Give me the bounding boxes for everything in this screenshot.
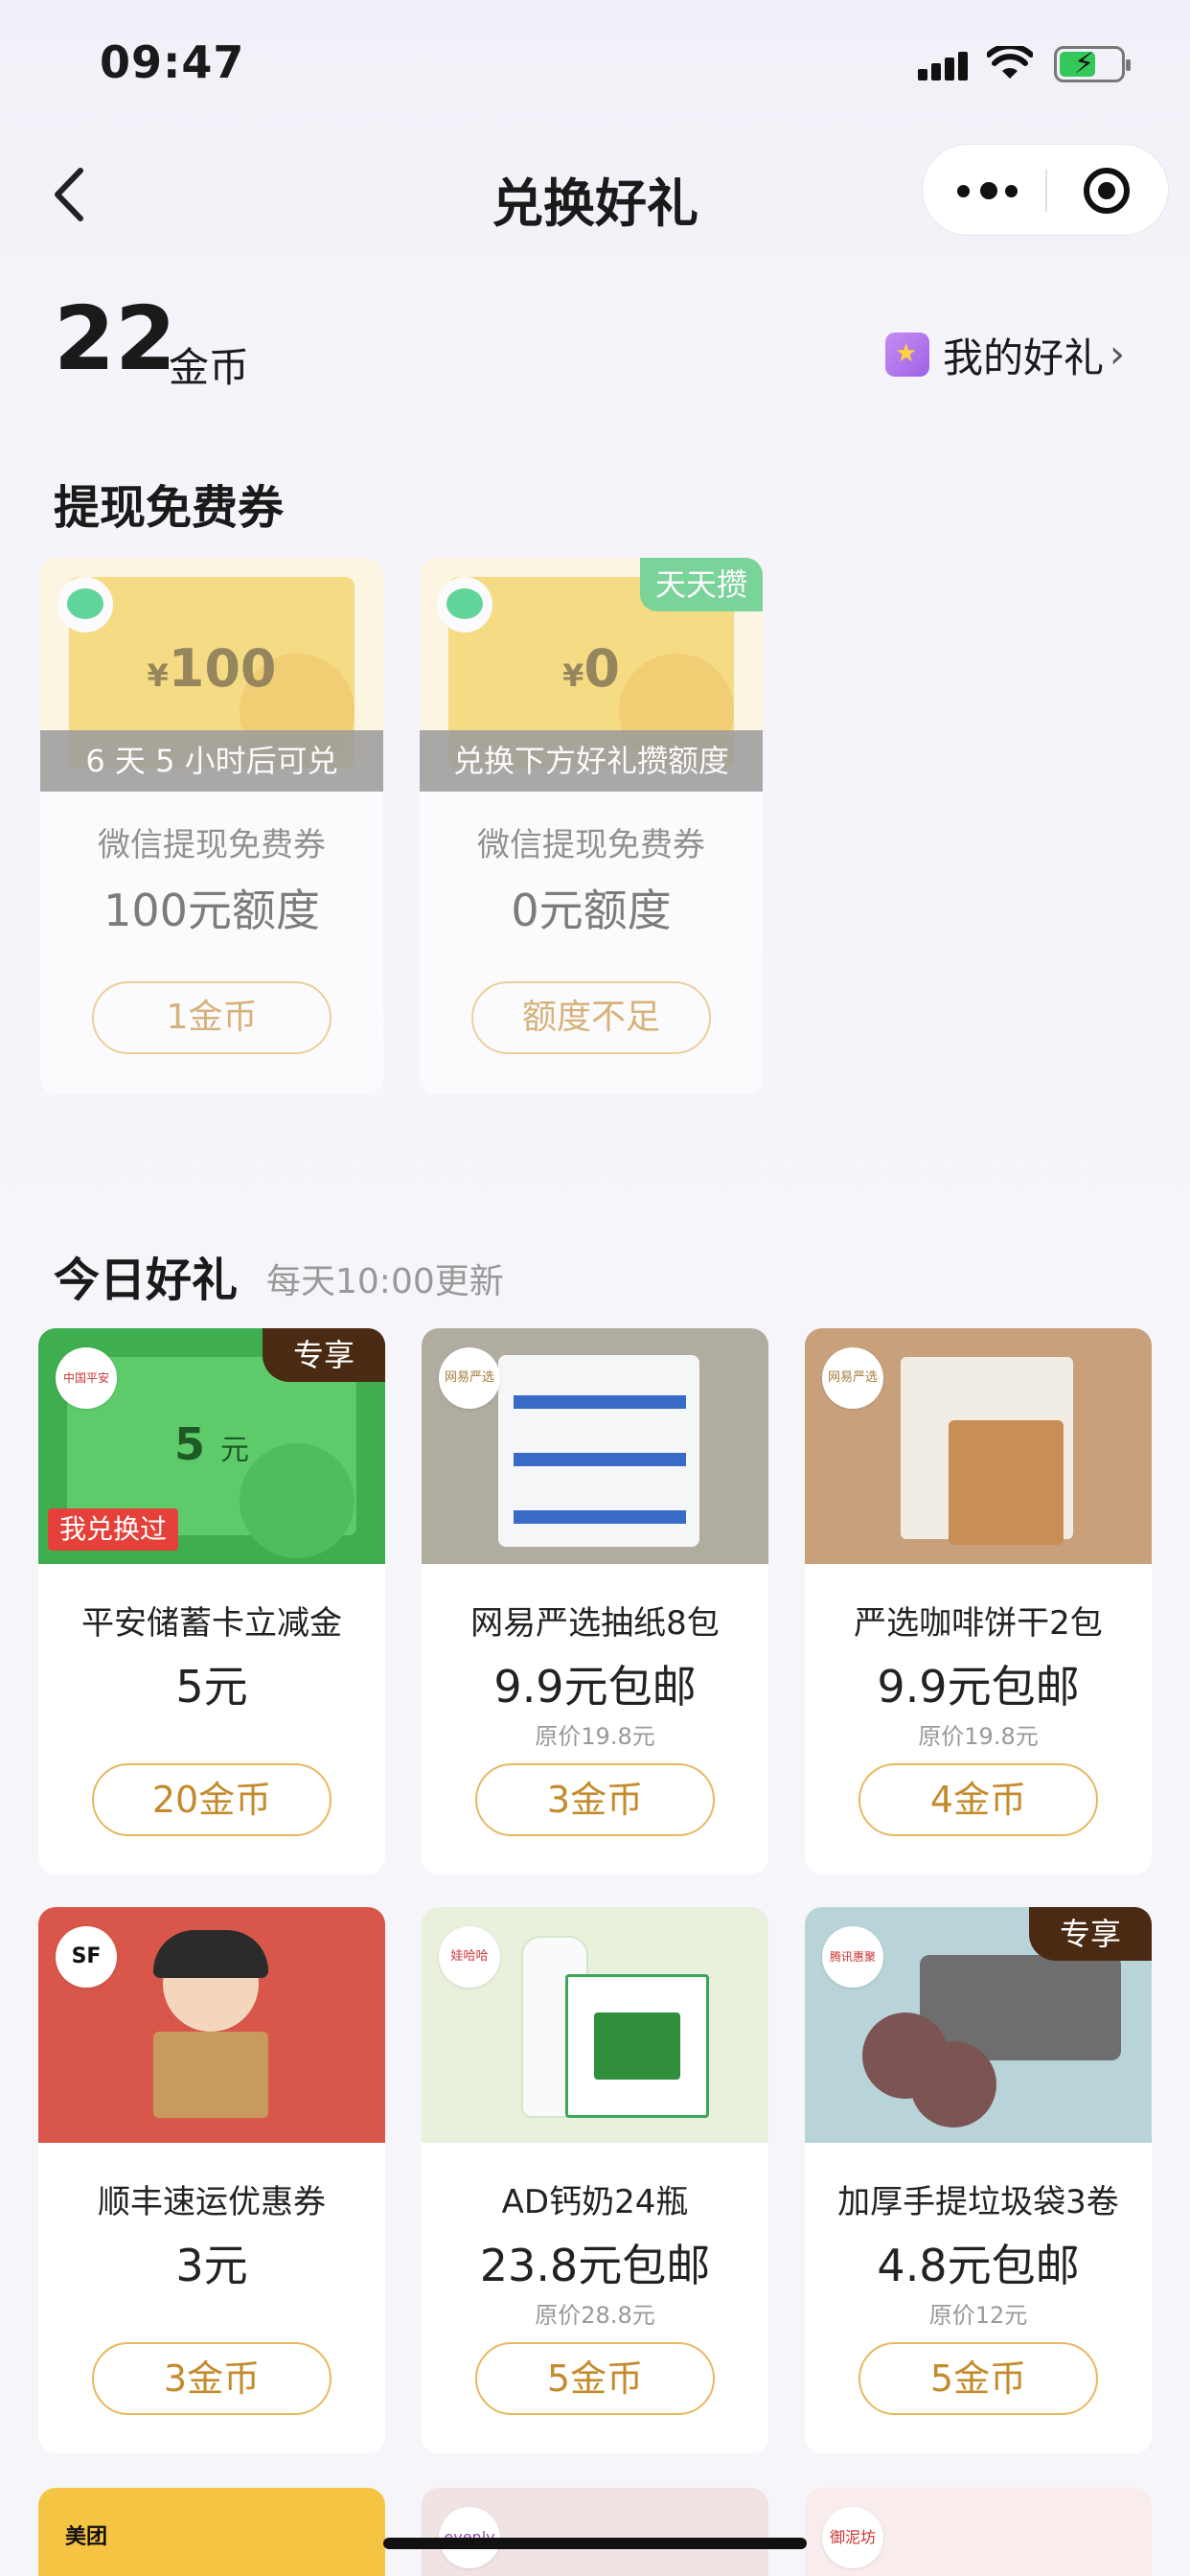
product-price: 4.8元包邮 — [877, 2240, 1080, 2291]
withdraw-voucher-card[interactable]: ¥100 6 天 5 小时后可兑 微信提现免费券 100元额度 1金币 — [40, 558, 383, 1094]
product-card[interactable]: 御泥坊 — [805, 2488, 1152, 2576]
redeem-button[interactable]: 20金币 — [92, 1763, 332, 1836]
voucher-amount: 0 — [584, 638, 620, 699]
product-card[interactable]: SF 顺丰速运优惠券 3元 3金币 — [38, 1907, 385, 2453]
brand-logo: 网易严选 — [822, 1347, 883, 1409]
product-card[interactable]: 腾讯惠聚 专享 加厚手提垃圾袋3卷 4.8元包邮 原价12元 5金币 — [805, 1907, 1152, 2453]
coupon-value: 5 — [173, 1418, 205, 1470]
product-name: 顺丰速运优惠券 — [98, 2183, 326, 2221]
product-price: 23.8元包邮 — [479, 2240, 711, 2291]
voucher-amount: 100 — [168, 638, 277, 699]
product-card[interactable]: 网易严选 严选咖啡饼干2包 9.9元包邮 原价19.8元 4金币 — [805, 1328, 1152, 1874]
product-card[interactable]: 5 元 我兑换过 中国平安 专享 平安储蓄卡立减金 5元 20金币 — [38, 1328, 385, 1874]
voucher-countdown: 6 天 5 小时后可兑 — [40, 730, 383, 792]
voucher-quota: 100元额度 — [103, 885, 320, 936]
original-price: 原价19.8元 — [535, 1723, 655, 1750]
close-miniprogram-icon[interactable] — [1084, 168, 1130, 214]
original-price: 原价28.8元 — [535, 2302, 655, 2329]
redeem-button[interactable]: 3金币 — [92, 2342, 332, 2415]
product-price: 9.9元包邮 — [493, 1661, 697, 1713]
product-name: 严选咖啡饼干2包 — [854, 1604, 1103, 1643]
redeem-button[interactable]: 1金币 — [92, 981, 332, 1054]
coin-unit: 金币 — [169, 344, 250, 391]
wechat-pay-icon — [57, 577, 113, 632]
brand-logo: 娃哈哈 — [439, 1926, 500, 1988]
cellular-signal-icon — [918, 52, 968, 80]
status-time: 09:47 — [100, 36, 245, 88]
voucher-hint: 兑换下方好礼攒额度 — [420, 730, 763, 792]
coin-balance: 22 — [54, 288, 177, 390]
withdraw-section-title: 提现免费券 — [54, 481, 285, 535]
exclusive-badge: 专享 — [1029, 1907, 1152, 1961]
product-price: 5元 — [175, 1661, 248, 1713]
chevron-right-icon: › — [1110, 333, 1126, 377]
original-price: 原价19.8元 — [918, 1723, 1039, 1750]
miniprogram-capsule — [922, 144, 1169, 236]
brand-logo: 网易严选 — [439, 1347, 500, 1409]
exchanged-badge: 我兑换过 — [48, 1508, 179, 1551]
product-name: 加厚手提垃圾袋3卷 — [837, 2183, 1119, 2221]
voucher-currency: ¥ — [562, 657, 584, 694]
brand-logo: 中国平安 — [56, 1347, 117, 1409]
product-price: 9.9元包邮 — [877, 1661, 1080, 1713]
voucher-name: 微信提现免费券 — [477, 826, 705, 864]
today-section-title: 今日好礼 — [54, 1254, 239, 1307]
voucher-name: 微信提现免费券 — [98, 826, 326, 864]
home-indicator — [383, 2538, 807, 2549]
brand-logo: 御泥坊 — [822, 2507, 883, 2568]
redeem-button[interactable]: 5金币 — [475, 2342, 715, 2415]
product-name: AD钙奶24瓶 — [501, 2183, 689, 2221]
daily-save-tag: 天天攒 — [640, 558, 763, 611]
voucher-quota: 0元额度 — [511, 885, 672, 936]
my-gifts-link[interactable]: 我的好礼 › — [885, 326, 1125, 383]
gift-calendar-icon — [885, 333, 929, 377]
capsule-divider — [1045, 170, 1047, 212]
redeem-button[interactable]: 3金币 — [475, 1763, 715, 1836]
wechat-pay-icon — [437, 577, 492, 632]
product-card[interactable]: 娃哈哈 AD钙奶24瓶 23.8元包邮 原价28.8元 5金币 — [422, 1907, 768, 2453]
product-card[interactable]: 网易严选 网易严选抽纸8包 9.9元包邮 原价19.8元 3金币 — [422, 1328, 768, 1874]
more-icon[interactable] — [957, 179, 1018, 202]
today-section-subtitle: 每天10:00更新 — [266, 1262, 504, 1301]
brand-logo: SF — [56, 1926, 117, 1988]
brand-logo: 美团 — [56, 2507, 117, 2568]
redeem-button[interactable]: 4金币 — [858, 1763, 1098, 1836]
my-gifts-label: 我的好礼 — [943, 334, 1105, 381]
product-price: 3元 — [175, 2240, 248, 2291]
coupon-unit: 元 — [220, 1434, 250, 1467]
brand-logo: 腾讯惠聚 — [822, 1926, 883, 1988]
product-name: 网易严选抽纸8包 — [470, 1604, 720, 1643]
withdraw-voucher-card[interactable]: ¥0 天天攒 兑换下方好礼攒额度 微信提现免费券 0元额度 额度不足 — [420, 558, 763, 1094]
exclusive-badge: 专享 — [263, 1328, 385, 1382]
insufficient-quota-button[interactable]: 额度不足 — [471, 981, 711, 1054]
redeem-button[interactable]: 5金币 — [858, 2342, 1098, 2415]
wifi-icon — [987, 46, 1033, 79]
product-name: 平安储蓄卡立减金 — [81, 1604, 342, 1643]
original-price: 原价12元 — [928, 2302, 1028, 2329]
voucher-currency: ¥ — [147, 657, 169, 694]
product-card[interactable]: evenly — [422, 2488, 768, 2576]
battery-icon: ⚡ — [1054, 46, 1131, 82]
product-card[interactable]: 美团 — [38, 2488, 385, 2576]
